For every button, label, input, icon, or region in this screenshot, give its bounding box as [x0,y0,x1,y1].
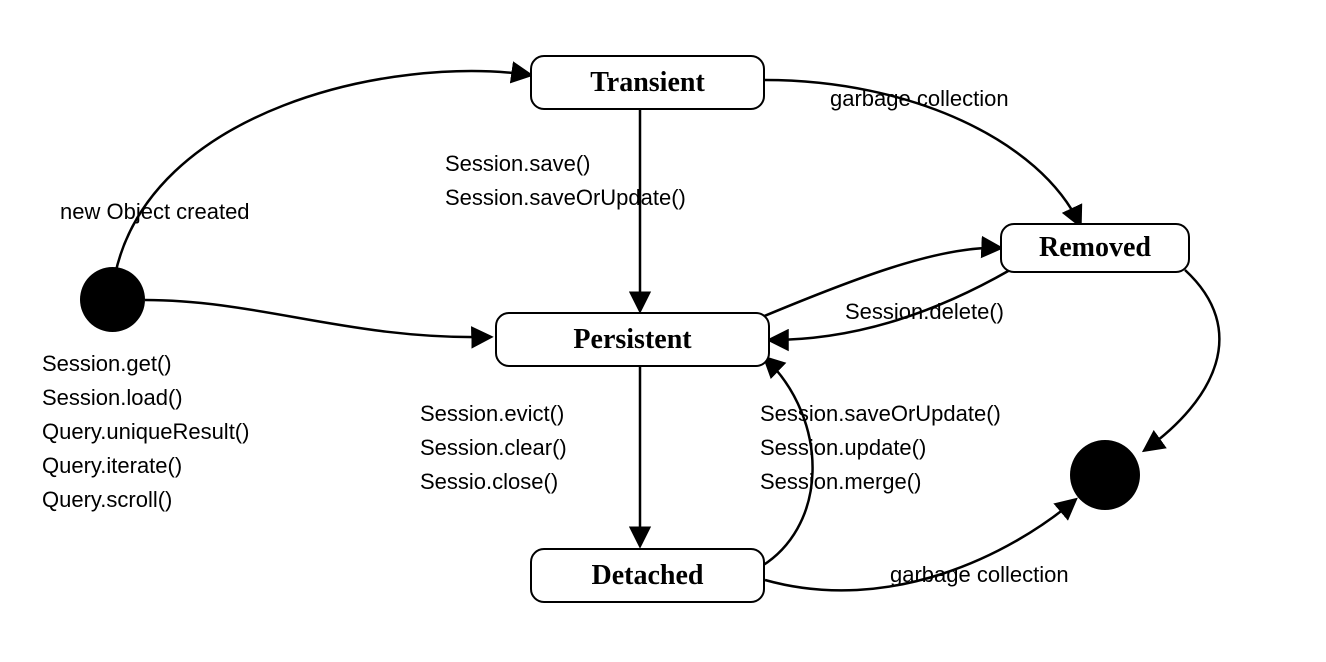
label-session-get: Session.get() [42,351,172,376]
state-removed: Removed [1000,223,1190,273]
label-session-clear: Session.clear() [420,435,567,460]
label-t2p: Session.save() Session.saveOrUpdate() [445,147,686,215]
state-persistent: Persistent [495,312,770,367]
final-node [1070,440,1140,510]
state-removed-label: Removed [1039,232,1151,264]
label-session-saveorupdate: Session.saveOrUpdate() [445,185,686,210]
label-session-close: Sessio.close() [420,469,558,494]
label-query-iterate: Query.iterate() [42,453,182,478]
label-session-saveorupdate2: Session.saveOrUpdate() [760,401,1001,426]
label-query-uniqueresult: Query.uniqueResult() [42,419,249,444]
initial-node [80,267,145,332]
label-session-evict: Session.evict() [420,401,564,426]
label-session-load: Session.load() [42,385,183,410]
label-p2d: Session.evict() Session.clear() Sessio.c… [420,397,567,499]
label-d2p: Session.saveOrUpdate() Session.update() … [760,397,1001,499]
label-new-object: new Object created [60,195,250,229]
label-session-save: Session.save() [445,151,591,176]
state-transient-label: Transient [590,67,705,99]
state-transient: Transient [530,55,765,110]
state-detached-label: Detached [592,560,704,592]
label-session-delete: Session.delete() [845,295,1004,329]
state-persistent-label: Persistent [573,324,691,356]
label-gc-bottom: garbage collection [890,558,1069,592]
label-initial-methods: Session.get() Session.load() Query.uniqu… [42,347,249,517]
label-session-update: Session.update() [760,435,926,460]
state-detached: Detached [530,548,765,603]
label-query-scroll: Query.scroll() [42,487,172,512]
label-session-merge: Session.merge() [760,469,921,494]
label-gc-top: garbage collection [830,82,1009,116]
